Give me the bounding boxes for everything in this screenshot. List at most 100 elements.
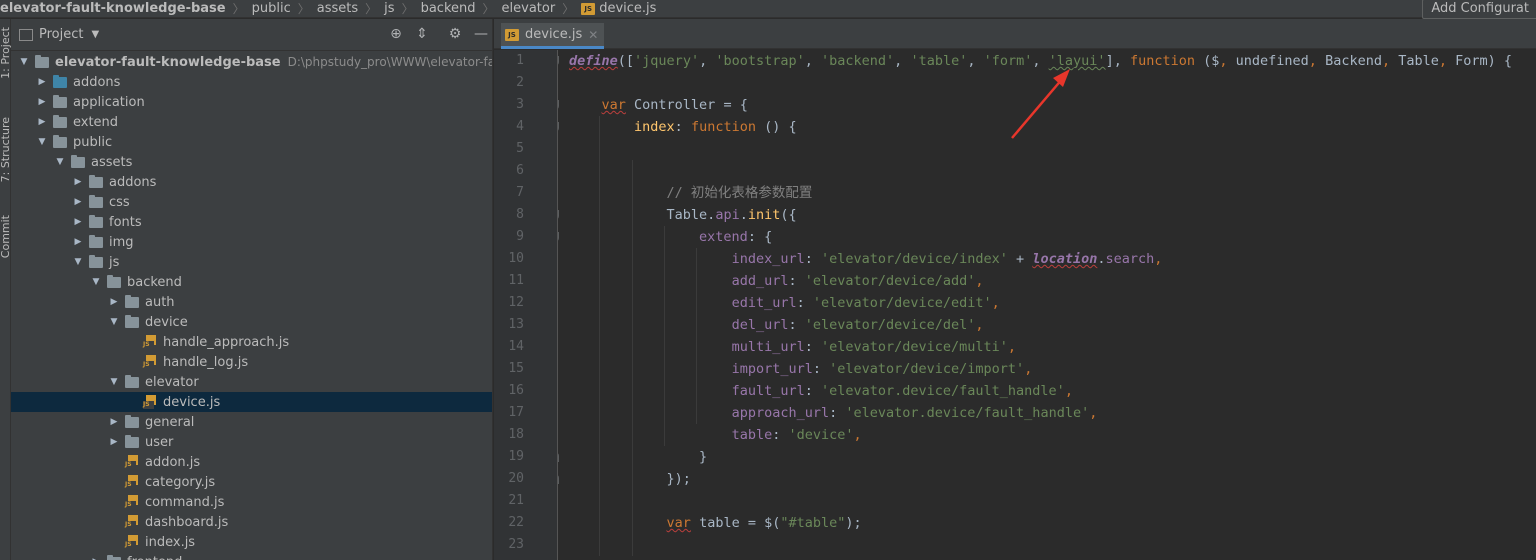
code-text: : (674, 119, 691, 135)
code-property: add_url (731, 273, 789, 289)
tree-file-item[interactable]: ▶device.js (11, 392, 492, 412)
breadcrumb-item[interactable]: JS device.js (581, 0, 656, 17)
chevron-down-icon[interactable]: ▼ (55, 157, 65, 167)
tree-folder-item[interactable]: ▶ application (11, 92, 492, 112)
tree-file-item[interactable]: ▶dashboard.js (11, 512, 492, 532)
tree-folder-item[interactable]: ▶ addons (11, 172, 492, 192)
code-line: table: 'device', (569, 424, 862, 446)
chevron-down-icon[interactable]: ▼ (109, 377, 119, 387)
tab-device-js[interactable]: JS device.js ✕ (501, 23, 605, 49)
code-text: : (788, 273, 805, 289)
code-keyword: function (1129, 53, 1195, 69)
chevron-right-icon[interactable]: ▶ (109, 417, 119, 427)
tree-folder-item[interactable]: ▼ elevator (11, 372, 492, 392)
gear-icon[interactable]: ⚙ (447, 26, 463, 42)
tree-file-item[interactable]: ▶command.js (11, 492, 492, 512)
crosshair-icon[interactable]: ⊕ (388, 26, 404, 42)
tree-folder-item[interactable]: ▶ css (11, 192, 492, 212)
tree-folder-item[interactable]: ▼ backend (11, 272, 492, 292)
chevron-down-icon[interactable]: ▼ (37, 137, 47, 147)
tree-item-label: handle_log.js (163, 354, 249, 370)
folder-icon (35, 54, 49, 68)
tree-folder-item[interactable]: ▶ auth (11, 292, 492, 312)
code-keyword: var (601, 97, 626, 113)
commit-tool-tab[interactable]: Commit (0, 215, 12, 258)
code-line: } (569, 446, 707, 468)
breadcrumb-item[interactable]: js (384, 0, 394, 17)
tree-file-item[interactable]: ▶handle_log.js (11, 352, 492, 372)
tree-item-label: category.js (145, 474, 216, 490)
code-keyword: , (1219, 53, 1228, 69)
tree-folder-item[interactable]: ▼ elevator-fault-knowledge-base D:\phpstud… (11, 52, 492, 72)
tree-folder-item[interactable]: ▶frontend (11, 552, 492, 560)
tree-folder-item[interactable]: ▼ device (11, 312, 492, 332)
tree-folder-item[interactable]: ▶ fonts (11, 212, 492, 232)
line-number: 2 (516, 75, 524, 90)
code-keyword: , (1007, 339, 1017, 355)
code-line: var table = $("#table"); (569, 512, 862, 534)
tree-folder-item[interactable]: ▼ public (11, 132, 492, 152)
line-number: 10 (508, 251, 524, 266)
folder-icon (89, 214, 103, 228)
chevron-right-icon[interactable]: ▶ (73, 177, 83, 187)
breadcrumb-item[interactable]: backend (421, 0, 476, 17)
breadcrumb-separator: 〉 (482, 2, 495, 16)
folder-icon (19, 28, 33, 41)
line-number: 8 (516, 207, 524, 222)
code-string: 'elevator/device/import' (829, 361, 1025, 377)
tree-folder-item[interactable]: ▶ general (11, 412, 492, 432)
minimize-icon[interactable]: — (473, 26, 489, 42)
chevron-right-icon[interactable]: ▶ (37, 117, 47, 127)
tree-folder-item[interactable]: ▶ addons (11, 72, 492, 92)
breadcrumb-separator: 〉 (401, 2, 414, 16)
tree-item-label: index.js (145, 534, 196, 550)
code-text: : (829, 405, 846, 421)
code-editor[interactable]: define(['jquery', 'bootstrap', 'backend'… (559, 50, 1536, 560)
js-file-icon: JS (581, 2, 596, 15)
breadcrumb-separator: 〉 (232, 2, 245, 16)
collapse-icon[interactable]: ⇕ (414, 26, 430, 42)
chevron-right-icon[interactable]: ▶ (73, 197, 83, 207)
chevron-right-icon[interactable]: ▶ (73, 237, 83, 247)
line-number: 20 (508, 471, 524, 486)
chevron-down-icon[interactable]: ▼ (109, 317, 119, 327)
folder-icon (107, 554, 121, 560)
project-tool-tab[interactable]: 1: Project (0, 27, 12, 79)
code-string: 'device' (788, 427, 854, 443)
code-property: del_url (731, 317, 789, 333)
code-line: fault_url: 'elevator.device/fault_handle… (569, 380, 1073, 402)
chevron-right-icon[interactable]: ▶ (109, 437, 119, 447)
breadcrumb-item[interactable]: elevator-fault-knowledge-base (0, 0, 226, 17)
tree-folder-item[interactable]: ▶ user (11, 432, 492, 452)
code-property: search (1105, 251, 1155, 267)
code-text: Controller = { (625, 97, 748, 113)
chevron-down-icon[interactable]: ▼ (91, 277, 101, 287)
tree-file-item[interactable]: ▶category.js (11, 472, 492, 492)
chevron-down-icon[interactable]: ▼ (73, 257, 83, 267)
tree-folder-item[interactable]: ▼ js (11, 252, 492, 272)
chevron-right-icon[interactable]: ▶ (73, 217, 83, 227)
tree-folder-item[interactable]: ▶ img (11, 232, 492, 252)
structure-tool-tab[interactable]: 7: Structure (0, 117, 12, 182)
line-number: 23 (508, 537, 524, 552)
code-property: import_url (731, 361, 813, 377)
chevron-right-icon[interactable]: ▶ (37, 97, 47, 107)
folder-icon (89, 254, 103, 268)
tree-file-item[interactable]: ▶addon.js (11, 452, 492, 472)
chevron-right-icon[interactable]: ▶ (37, 77, 47, 87)
breadcrumb-item[interactable]: public (252, 0, 291, 17)
code-string: 'elevator.device/fault_handle' (845, 405, 1090, 421)
tree-file-item[interactable]: ▶handle_approach.js (11, 332, 492, 352)
code-line: multi_url: 'elevator/device/multi', (569, 336, 1017, 358)
tree-file-item[interactable]: ▶index.js (11, 532, 492, 552)
project-view-selector[interactable]: Project ▼ (19, 27, 99, 42)
close-icon[interactable]: ✕ (588, 28, 598, 42)
chevron-right-icon[interactable]: ▶ (109, 297, 119, 307)
breadcrumb-item[interactable]: assets (317, 0, 358, 17)
tree-folder-item[interactable]: ▶ extend (11, 112, 492, 132)
add-configuration-button[interactable]: Add Configurat (1422, 0, 1536, 19)
tree-folder-item[interactable]: ▼ assets (11, 152, 492, 172)
breadcrumb-item[interactable]: elevator (502, 0, 556, 17)
chevron-down-icon[interactable]: ▼ (19, 57, 29, 67)
